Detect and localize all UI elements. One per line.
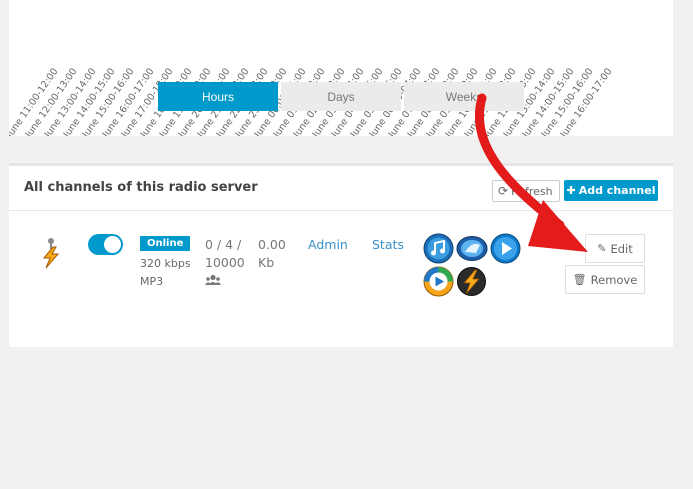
edit-button[interactable]: ✎ Edit: [585, 234, 645, 263]
plus-icon: ✚: [566, 184, 576, 197]
refresh-icon: ⟳: [498, 184, 509, 198]
listeners-count: 0 / 4 /: [205, 237, 242, 252]
panel-title: All channels of this radio server: [24, 180, 258, 195]
refresh-label: Refresh: [511, 184, 553, 198]
remove-button[interactable]: 🗑 Remove: [565, 265, 645, 294]
itunes-icon[interactable]: [423, 233, 454, 264]
admin-link[interactable]: Admin: [308, 237, 348, 252]
stats-link[interactable]: Stats: [372, 237, 404, 252]
tab-hours[interactable]: Hours: [158, 82, 278, 111]
winamp-icon: [42, 238, 60, 269]
channel-toggle[interactable]: [88, 234, 123, 255]
panel-top-border: [9, 163, 673, 166]
bitrate-text: 320 kbps: [140, 257, 191, 270]
tab-weeks[interactable]: Weeks: [404, 82, 524, 111]
toggle-knob: [104, 236, 121, 253]
remove-label: Remove: [590, 272, 638, 287]
add-channel-label: Add channel: [578, 184, 656, 197]
users-icon: [205, 274, 221, 285]
winamp-icon[interactable]: [456, 266, 487, 297]
table-row: Online 320 kbps MP3 0 / 4 / 10000 0.00 K…: [9, 211, 673, 347]
refresh-button[interactable]: ⟳ Refresh: [492, 180, 560, 202]
traffic-chart-panel: 13 June 11:00-12:0013 June 12:00-13:0013…: [9, 0, 673, 136]
format-text: MP3: [140, 275, 164, 288]
traffic-unit: Kb: [258, 255, 275, 270]
tab-days[interactable]: Days: [281, 82, 401, 111]
status-badge: Online: [140, 236, 191, 251]
traffic-value: 0.00: [258, 237, 286, 252]
edit-label: Edit: [610, 241, 633, 256]
channels-panel: All channels of this radio server ⟳ Refr…: [9, 163, 673, 347]
windows-media-icon[interactable]: [423, 266, 454, 297]
listeners-max: 10000: [205, 255, 245, 270]
quicktime-icon[interactable]: [456, 233, 488, 264]
edit-icon: ✎: [597, 242, 607, 255]
realplayer-icon[interactable]: [490, 233, 521, 264]
add-channel-button[interactable]: ✚ Add channel: [564, 180, 658, 201]
trash-icon: 🗑: [572, 273, 587, 286]
range-tabs: Hours Days Weeks: [158, 82, 524, 111]
